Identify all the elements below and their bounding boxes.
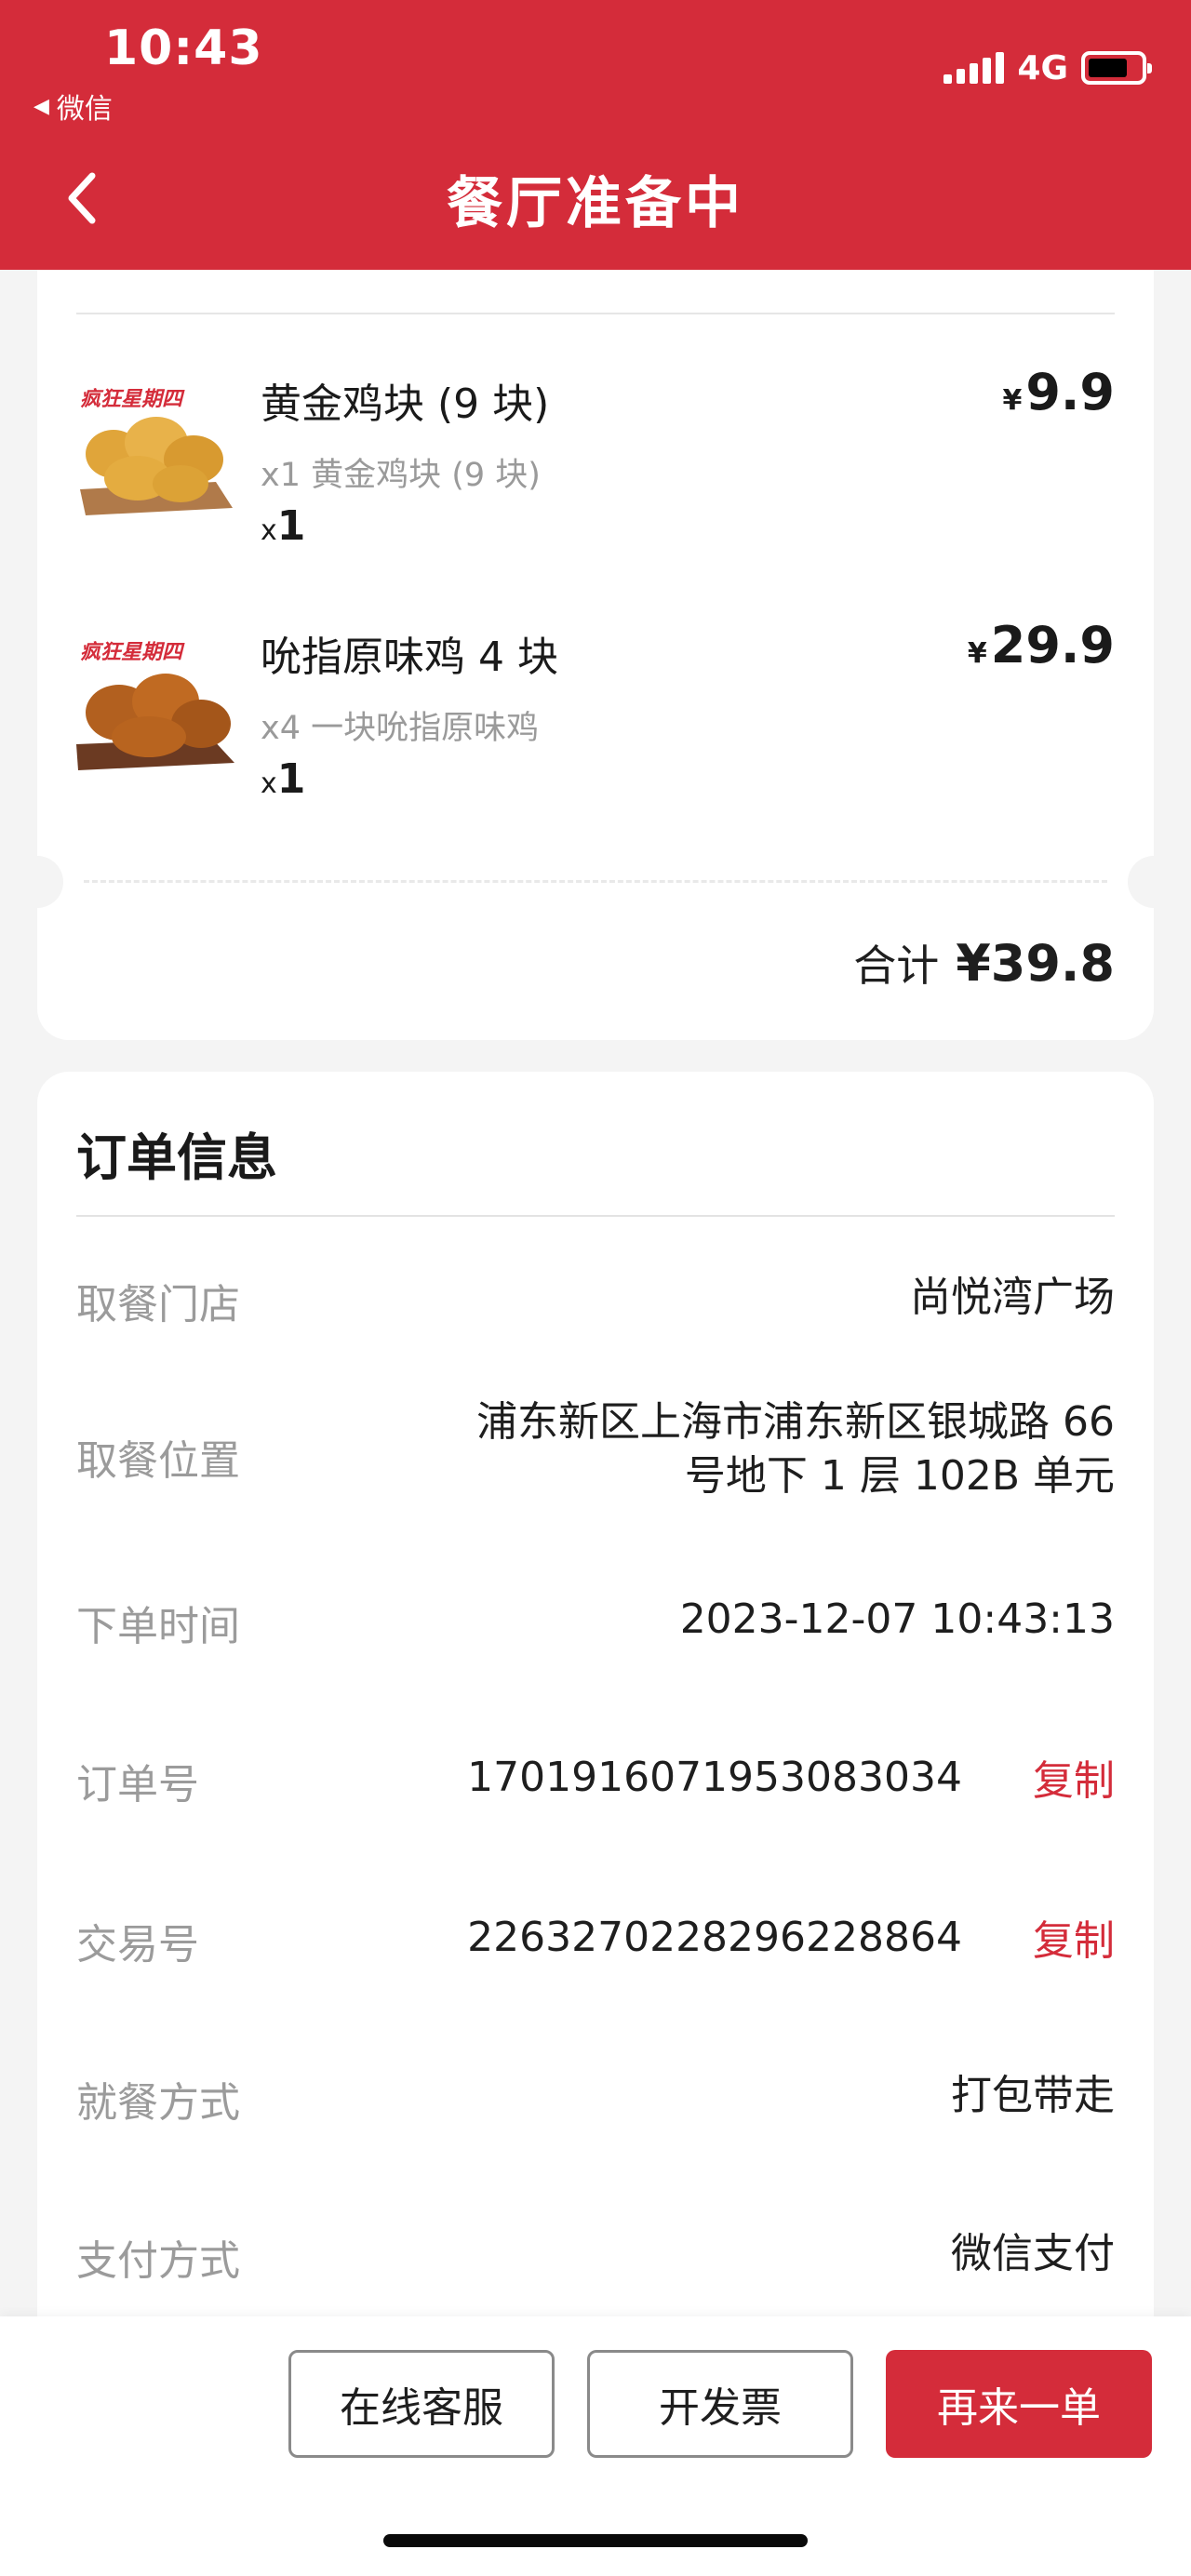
info-label: 订单号	[76, 1761, 199, 1809]
info-value: 微信支付	[951, 2230, 1115, 2277]
info-label: 取餐门店	[76, 1281, 240, 1328]
total-amount: ¥39.8	[956, 934, 1115, 993]
ticket-notch	[1128, 856, 1180, 908]
info-row-order-number: 订单号 1701916071953083034 复制	[76, 1751, 1115, 1835]
reorder-button[interactable]: 再来一单	[886, 2350, 1152, 2458]
info-label: 取餐位置	[76, 1437, 240, 1485]
invoice-button[interactable]: 开发票	[587, 2350, 853, 2458]
info-row-order-time: 下单时间 2023-12-07 10:43:13	[76, 1593, 1115, 1676]
info-value: 尚悦湾广场	[910, 1274, 1115, 1321]
info-label: 支付方式	[76, 2237, 240, 2285]
item-quantity: x1	[261, 755, 306, 803]
info-row-location: 取餐位置 浦东新区上海市浦东新区银城路 66 号地下 1 层 102B 单元	[76, 1398, 1115, 1548]
info-value: 打包带走	[951, 2072, 1115, 2119]
item-detail: x4 一块吮指原味鸡	[261, 710, 540, 747]
back-app-label: 微信	[56, 93, 113, 126]
item-detail: x1 黄金鸡块 (9 块)	[261, 457, 541, 494]
item-name: 黄金鸡块 (9 块)	[261, 380, 550, 428]
info-row-transaction-number: 交易号 2263270228296228864 复制	[76, 1911, 1115, 1995]
info-value: 浦东新区上海市浦东新区银城路 66 号地下 1 层 102B 单元	[476, 1398, 1115, 1500]
item-quantity: x1	[261, 502, 306, 550]
copy-order-number-button[interactable]: 复制	[1033, 1747, 1115, 1807]
divider	[76, 313, 1115, 314]
network-type: 4G	[1017, 48, 1068, 87]
svg-text:疯狂星期四: 疯狂星期四	[80, 387, 185, 411]
ticket-notch	[11, 856, 63, 908]
order-number-value: 1701916071953083034	[467, 1754, 962, 1801]
order-item: 疯狂星期四 黄金鸡块 (9 块) x1 黄金鸡块 (9 块) x1 ¥9.9	[37, 363, 1154, 603]
info-row-payment-method: 支付方式 微信支付	[76, 2227, 1115, 2311]
divider	[76, 1215, 1115, 1217]
status-indicators: 4G	[943, 47, 1152, 89]
info-label: 下单时间	[76, 1603, 240, 1650]
order-info-card: 订单信息 取餐门店 尚悦湾广场 取餐位置 浦东新区上海市浦东新区银城路 66 号…	[37, 1072, 1154, 2393]
item-price: ¥9.9	[1002, 363, 1115, 421]
golden-nuggets-image: 疯狂星期四	[76, 380, 236, 519]
svg-text:疯狂星期四: 疯狂星期四	[80, 640, 185, 664]
page-title: 餐厅准备中	[447, 171, 744, 236]
fried-chicken-image: 疯狂星期四	[76, 633, 236, 772]
info-label: 交易号	[76, 1921, 199, 1969]
dashed-divider	[84, 880, 1107, 883]
customer-service-button[interactable]: 在线客服	[288, 2350, 555, 2458]
info-row-dining-method: 就餐方式 打包带走	[76, 2069, 1115, 2153]
back-triangle-icon: ◀	[33, 94, 49, 118]
back-to-app-link[interactable]: ◀ 微信	[33, 86, 113, 127]
app-header: 10:43 ◀ 微信 4G 餐厅准备中	[0, 0, 1191, 270]
battery-icon	[1081, 51, 1152, 85]
battery-level	[1089, 59, 1127, 77]
order-total: 合计 ¥39.8	[853, 932, 1115, 994]
info-value: 2023-12-07 10:43:13	[679, 1595, 1115, 1643]
transaction-number-value: 2263270228296228864	[467, 1914, 962, 1961]
order-items-card: 疯狂星期四 黄金鸡块 (9 块) x1 黄金鸡块 (9 块) x1 ¥9.9 疯…	[11, 270, 1180, 1040]
info-label: 就餐方式	[76, 2079, 240, 2127]
order-info-title: 订单信息	[76, 1128, 277, 1187]
item-price: ¥29.9	[967, 616, 1115, 674]
home-indicator	[383, 2534, 808, 2547]
info-row-store: 取餐门店 尚悦湾广场	[76, 1271, 1115, 1355]
total-label: 合计	[853, 941, 940, 991]
cellular-signal-icon	[943, 52, 1005, 84]
item-name: 吮指原味鸡 4 块	[261, 634, 558, 681]
copy-transaction-number-button[interactable]: 复制	[1033, 1907, 1115, 1967]
status-time: 10:43	[104, 20, 263, 76]
order-item: 疯狂星期四 吮指原味鸡 4 块 x4 一块吮指原味鸡 x1 ¥29.9	[37, 616, 1154, 856]
